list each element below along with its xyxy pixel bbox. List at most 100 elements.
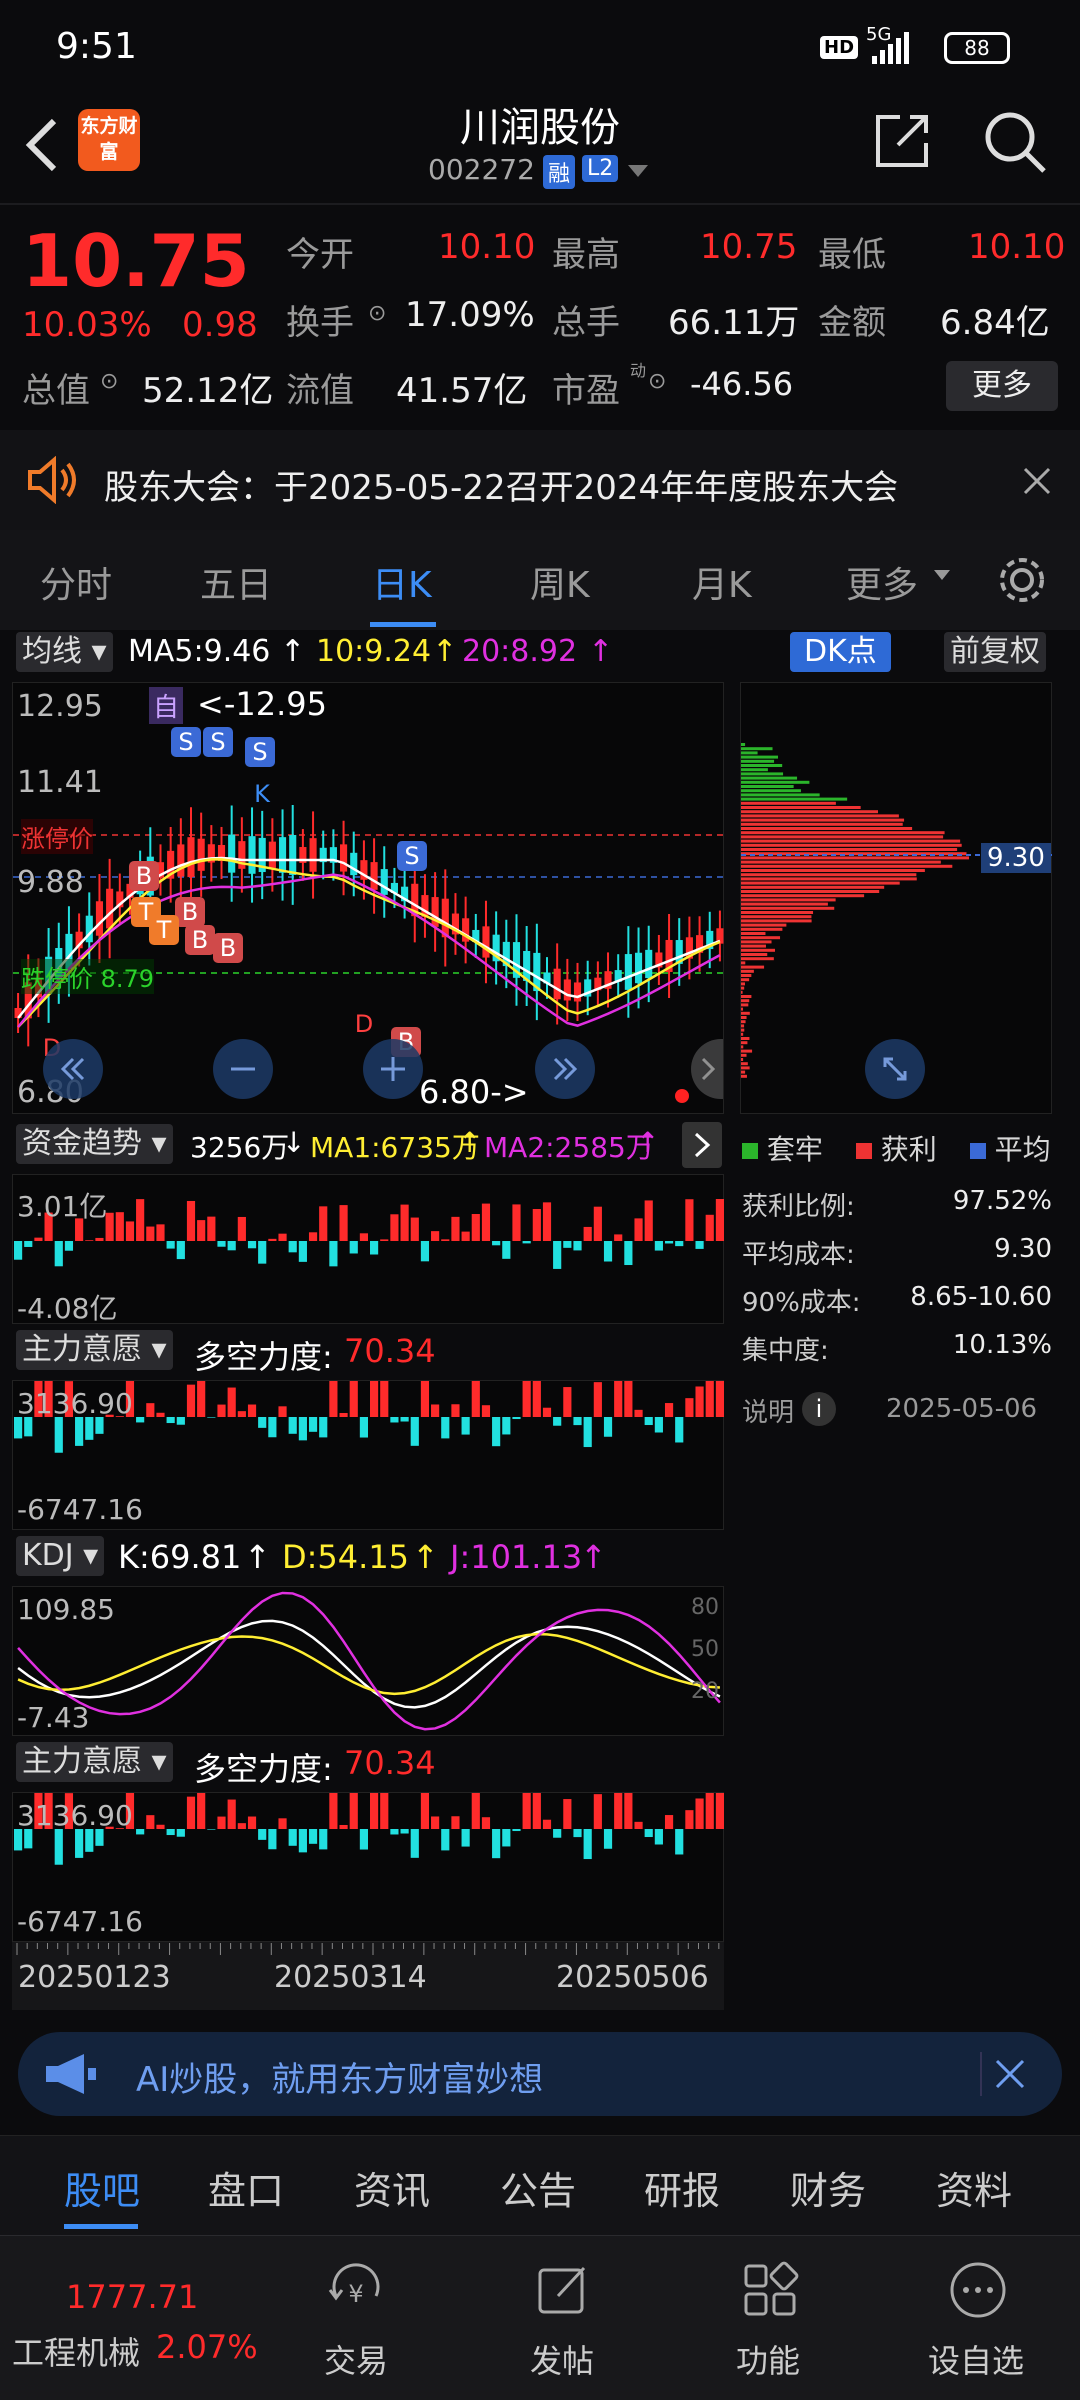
indicator-bar	[614, 1234, 623, 1241]
kdj-j-arrow: ↑	[580, 1538, 607, 1576]
indicator-bar	[24, 1241, 33, 1247]
margin-badge: 融	[543, 155, 576, 189]
tab-five-day[interactable]: 五日	[200, 556, 272, 608]
indicator-bar	[431, 1816, 440, 1829]
indicator-bar	[156, 1412, 165, 1417]
collapse-button[interactable]	[691, 1039, 723, 1099]
main-force-chart[interactable]: 3136.90 -6747.16	[12, 1363, 724, 1530]
main-force-selector[interactable]: 主力意愿 ▾	[16, 1330, 173, 1370]
indicator-bar	[512, 1417, 521, 1420]
info-icon[interactable]: ⊙	[100, 369, 118, 394]
chip-bar	[741, 944, 766, 948]
zoom-out-button[interactable]	[213, 1039, 273, 1099]
indicator-bar	[85, 1417, 94, 1440]
close-icon[interactable]	[994, 2058, 1026, 2090]
indicator-bar	[431, 1404, 440, 1417]
ma-selector[interactable]: 均线 ▾	[16, 632, 113, 672]
notice-bar[interactable]: 股东大会：于2025-05-22召开2024年年度股东大会	[0, 430, 1080, 530]
kdj-d: D:54.15	[282, 1538, 410, 1576]
candle-body	[106, 888, 114, 929]
power-value-2: 70.34	[344, 1744, 436, 1782]
tab-finance[interactable]: 财务	[790, 2160, 866, 2215]
chip-bar	[741, 1011, 750, 1015]
function-label[interactable]: 功能	[736, 2336, 800, 2382]
power-label-2: 多空力度:	[194, 1750, 333, 1788]
scroll-left-button[interactable]	[43, 1039, 103, 1099]
tab-announcement[interactable]: 公告	[500, 2160, 576, 2215]
kline-chart[interactable]: 12.95 11.41 9.88 6.80 涨停价 跌停价 8.79 自 <-1…	[12, 682, 725, 1114]
fund-ma1-arrow: ↑	[458, 1126, 482, 1159]
expand-button[interactable]	[865, 1039, 925, 1099]
tab-guba[interactable]: 股吧	[64, 2160, 140, 2215]
share-icon[interactable]	[870, 109, 934, 173]
gear-icon[interactable]	[996, 554, 1048, 606]
tab-intraday[interactable]: 分时	[40, 556, 112, 608]
indicator-bar	[664, 1815, 674, 1829]
chip-note-label: 说明	[742, 1398, 795, 1428]
info-icon[interactable]: i	[802, 1392, 836, 1426]
search-icon[interactable]	[980, 107, 1050, 177]
zoom-in-button[interactable]	[363, 1039, 423, 1099]
adjust-button[interactable]: 前复权	[944, 632, 1046, 672]
tab-profile[interactable]: 资料	[936, 2160, 1012, 2215]
indicator-bar	[502, 1417, 511, 1435]
fund-trend-chart[interactable]: 3.01亿 -4.08亿	[12, 1174, 724, 1325]
indicator-bar	[420, 1778, 430, 1829]
indicator-bar	[339, 1412, 348, 1417]
chip-bar	[741, 1024, 745, 1028]
indicator-bar	[471, 1781, 480, 1829]
scroll-right-end-button[interactable]	[535, 1039, 595, 1099]
post-icon[interactable]	[534, 2260, 594, 2320]
high-value: 10.75	[700, 227, 798, 267]
indicator-bar	[644, 1200, 653, 1241]
tab-weekly-k[interactable]: 周K	[530, 556, 590, 608]
tab-more[interactable]: 更多	[846, 556, 918, 608]
industry-index-value[interactable]: 1777.71	[66, 2278, 198, 2316]
more-button[interactable]: 更多	[946, 361, 1058, 411]
tab-research[interactable]: 研报	[644, 2160, 720, 2215]
fund-ma1: MA1:6735万	[310, 1131, 480, 1164]
main-force-chart-2[interactable]: 3136.90 -6747.16	[12, 1775, 724, 1942]
candle-body	[563, 979, 571, 1001]
chip-bar	[741, 911, 814, 914]
add-watchlist-label[interactable]: 设自选	[928, 2336, 1024, 2382]
indicator-bar	[308, 1829, 318, 1844]
ai-banner[interactable]: AI炒股，就用东方财富妙想	[18, 2032, 1062, 2116]
industry-name[interactable]: 工程机械	[12, 2328, 140, 2374]
indicator-bar	[176, 1829, 185, 1837]
tab-daily-k[interactable]: 日K	[372, 556, 432, 608]
trade-icon[interactable]: ¥	[326, 2260, 386, 2320]
tab-news[interactable]: 资讯	[354, 2160, 430, 2215]
indicator-bar	[319, 1417, 328, 1438]
next-indicator-button[interactable]	[682, 1122, 722, 1168]
grid-icon[interactable]	[740, 2260, 800, 2320]
kdj-selector[interactable]: KDJ ▾	[16, 1536, 105, 1576]
indicator-bar	[634, 1409, 643, 1417]
dk-point-button[interactable]: DK点	[790, 632, 891, 672]
indicator-bar	[370, 1784, 379, 1829]
indicator-bar	[186, 1384, 196, 1417]
chip-bar	[741, 864, 953, 868]
indicator-bar	[603, 1241, 613, 1262]
info-icon[interactable]: ⊙	[368, 301, 386, 326]
close-icon[interactable]	[1022, 466, 1052, 496]
fund-trend-selector[interactable]: 资金趋势 ▾	[16, 1124, 173, 1164]
signal-marker: B	[185, 925, 215, 955]
indicator-bar	[431, 1231, 440, 1241]
main-force-selector-2[interactable]: 主力意愿 ▾	[16, 1742, 173, 1782]
chevron-down-icon[interactable]	[628, 165, 648, 179]
indicator-bar	[614, 1376, 623, 1417]
change-amount: 0.98	[182, 305, 258, 345]
more-dots-icon[interactable]	[948, 2260, 1008, 2320]
tab-monthly-k[interactable]: 月K	[692, 556, 752, 608]
chip-distribution-chart[interactable]: 9.30	[740, 682, 1053, 1114]
indicator-bar	[268, 1417, 277, 1438]
indicator-bar	[512, 1829, 521, 1832]
kdj-chart[interactable]: 109.85 -7.43 80 50 20	[12, 1586, 724, 1736]
indicator-bar	[197, 1368, 206, 1417]
price-axis-top: 12.95	[17, 689, 103, 724]
info-icon[interactable]: ⊙	[648, 369, 666, 394]
post-label[interactable]: 发帖	[530, 2336, 594, 2382]
trade-label[interactable]: 交易	[324, 2336, 388, 2382]
tab-pankou[interactable]: 盘口	[208, 2160, 284, 2215]
